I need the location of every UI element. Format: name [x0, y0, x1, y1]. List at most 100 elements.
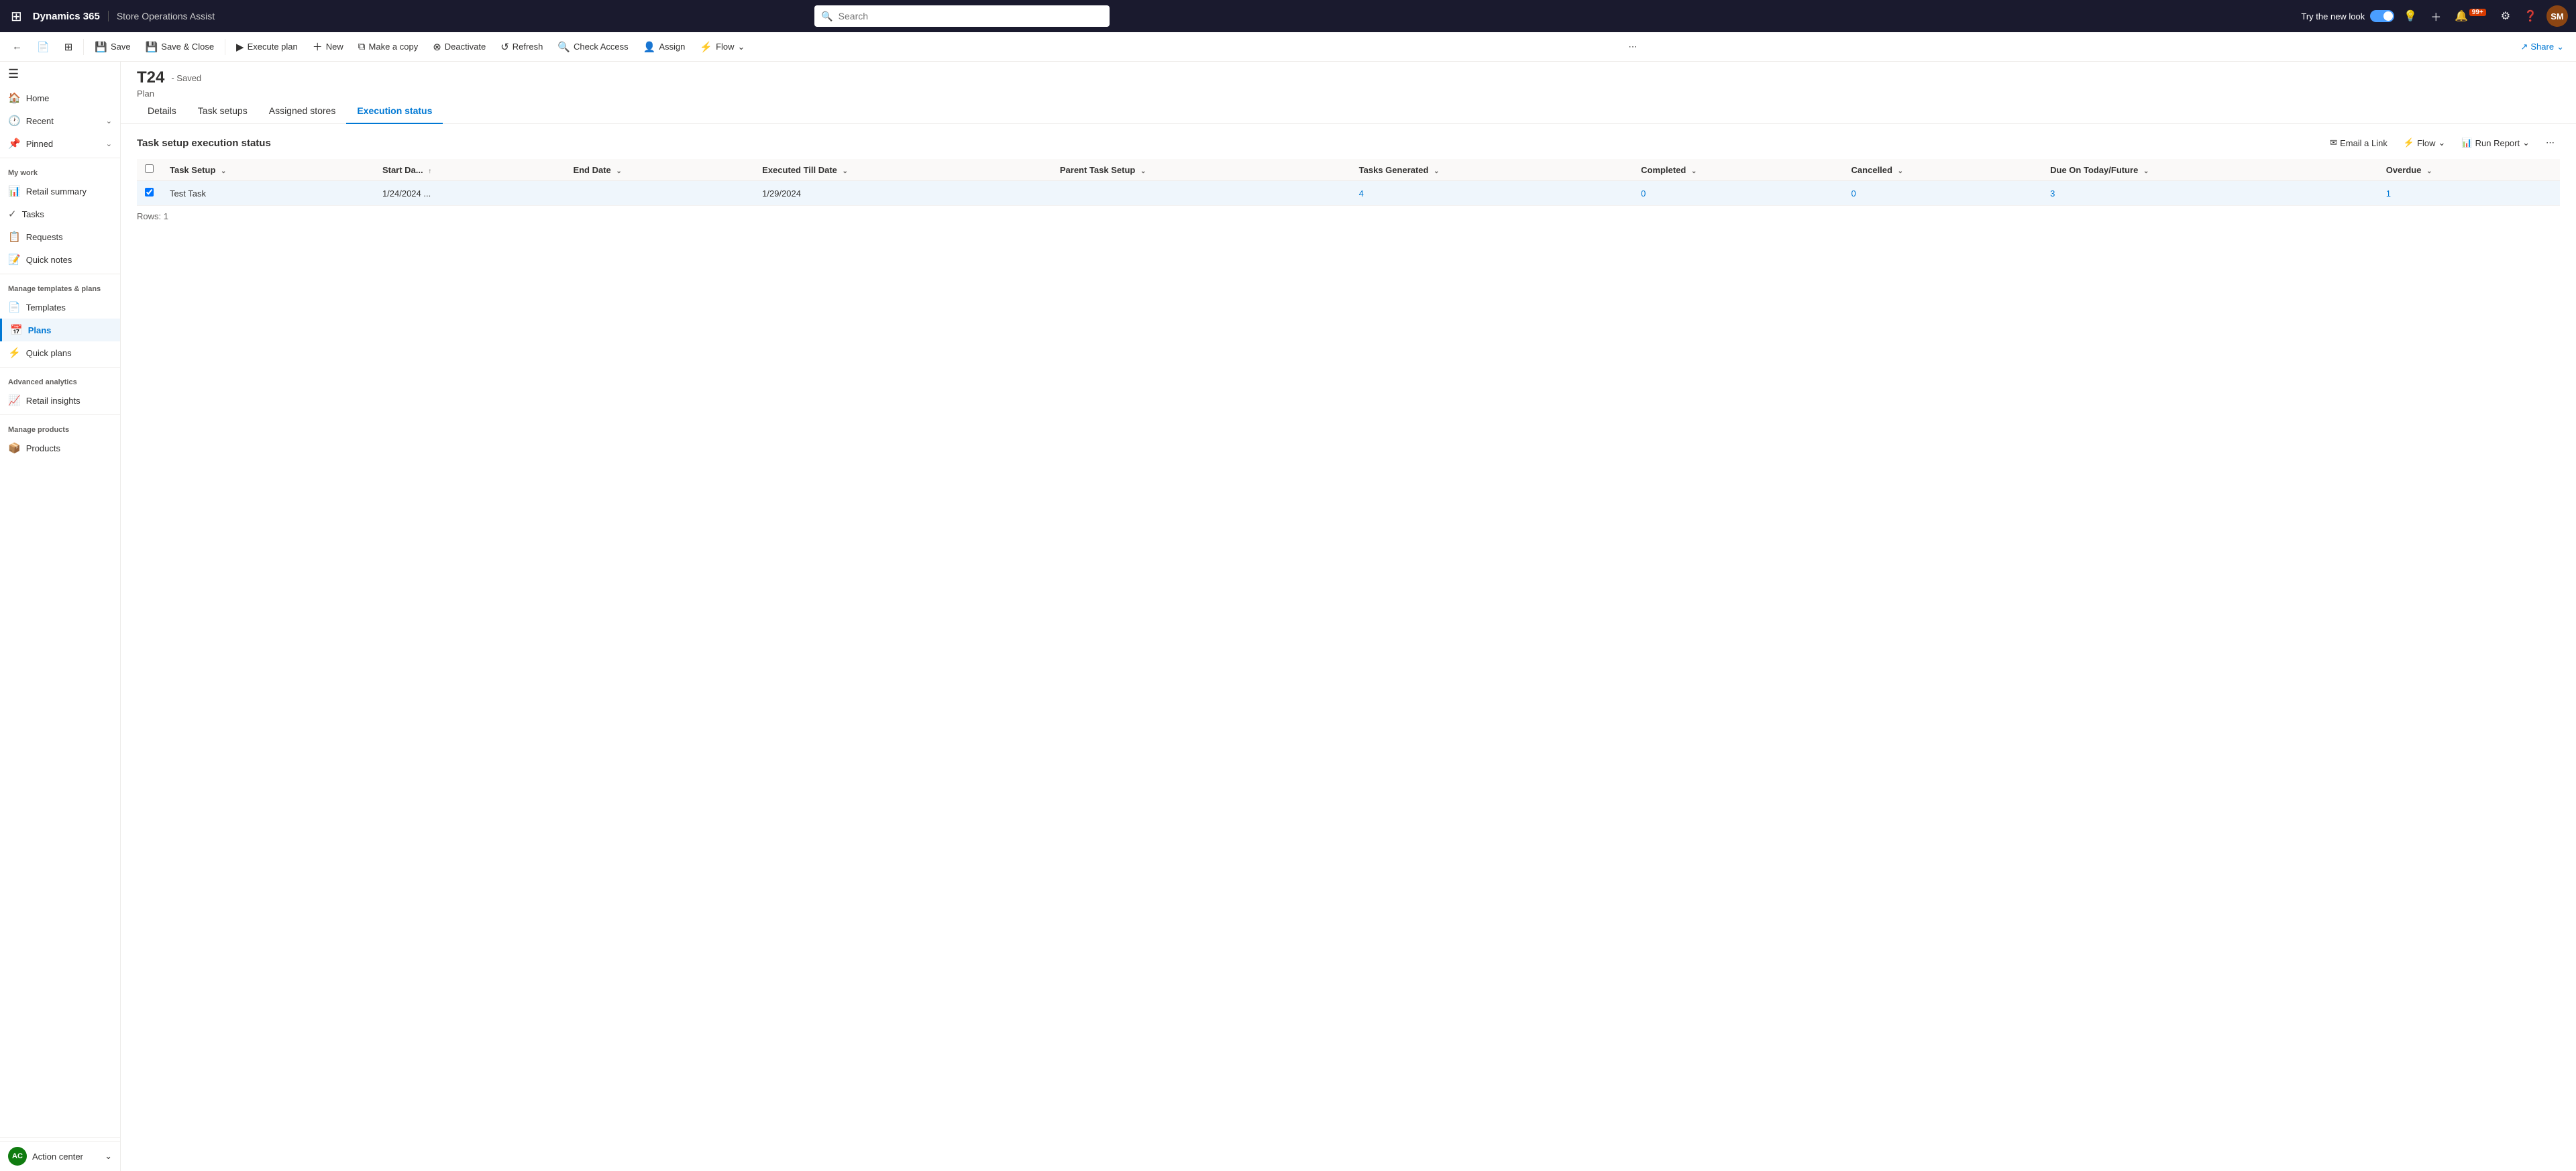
sidebar-item-label: Recent [26, 116, 54, 126]
select-all-col[interactable] [137, 159, 162, 181]
col-cancelled[interactable]: Cancelled ⌄ [1843, 159, 2043, 181]
chart-icon: 📊 [8, 185, 21, 197]
try-new-toggle[interactable] [2370, 10, 2394, 22]
tasks-generated-cell[interactable]: 4 [1351, 181, 1633, 206]
deactivate-label: Deactivate [445, 42, 486, 52]
tab-task-setups[interactable]: Task setups [187, 99, 258, 124]
execute-plan-button[interactable]: ▶ Execute plan [229, 35, 305, 59]
sidebar-item-quick-plans[interactable]: ⚡ Quick plans [0, 341, 120, 364]
sidebar-item-retail-insights[interactable]: 📈 Retail insights [0, 389, 120, 412]
sidebar-item-quick-notes[interactable]: 📝 Quick notes [0, 248, 120, 271]
table-flow-button[interactable]: ⚡ Flow ⌄ [2398, 135, 2451, 151]
manage-products-section-label: Manage products [0, 418, 120, 437]
sidebar-item-products[interactable]: 📦 Products [0, 437, 120, 459]
lightbulb-icon[interactable]: 💡 [2400, 7, 2421, 25]
share-icon: ↗ [2520, 42, 2528, 52]
col-due-today-future[interactable]: Due On Today/Future ⌄ [2042, 159, 2378, 181]
back-button[interactable]: ← [5, 35, 29, 59]
col-start-date[interactable]: Start Da... ↑ [374, 159, 566, 181]
table-row[interactable]: Test Task 1/24/2024 ... 1/29/2024 4 0 0 … [137, 181, 2560, 206]
sort-icon: ⌄ [2143, 168, 2149, 175]
col-executed-till-date[interactable]: Executed Till Date ⌄ [754, 159, 1052, 181]
email-icon: ✉ [2330, 137, 2337, 148]
check-access-button[interactable]: 🔍 Check Access [551, 35, 635, 59]
email-link-button[interactable]: ✉ Email a Link [2324, 135, 2393, 151]
sidebar-item-label: Quick notes [26, 255, 72, 265]
col-overdue[interactable]: Overdue ⌄ [2378, 159, 2560, 181]
col-completed[interactable]: Completed ⌄ [1633, 159, 1843, 181]
waffle-icon[interactable]: ⊞ [8, 5, 25, 27]
tasks-generated-link[interactable]: 4 [1359, 188, 1364, 199]
sidebar-item-label: Products [26, 443, 60, 453]
sidebar: ☰ 🏠 Home 🕐 Recent ⌄ 📌 Pinned ⌄ My work 📊… [0, 62, 121, 1171]
col-end-date[interactable]: End Date ⌄ [565, 159, 754, 181]
user-avatar[interactable]: SM [2546, 5, 2568, 27]
flow-label: Flow [716, 42, 734, 52]
col-parent-task-setup[interactable]: Parent Task Setup ⌄ [1052, 159, 1351, 181]
more-button[interactable]: ⋯ [1621, 35, 1644, 59]
search-bar[interactable]: 🔍 [814, 5, 1110, 27]
add-icon[interactable]: ＋ [2426, 5, 2445, 27]
cancelled-cell[interactable]: 0 [1843, 181, 2043, 206]
search-input[interactable] [839, 11, 1104, 21]
make-copy-button[interactable]: ⧉ Make a copy [352, 35, 425, 59]
record-title: T24 [137, 68, 164, 87]
recent-icon: 🕐 [8, 115, 21, 127]
new-button[interactable]: ＋ New [306, 35, 350, 59]
make-copy-label: Make a copy [369, 42, 419, 52]
save-label: Save [111, 42, 131, 52]
deactivate-button[interactable]: ⊗ Deactivate [426, 35, 492, 59]
settings-icon[interactable]: ⚙ [2497, 7, 2514, 25]
separator-1 [83, 39, 84, 55]
save-button[interactable]: 💾 Save [88, 35, 137, 59]
sidebar-toggle[interactable]: ☰ [0, 62, 120, 87]
completed-link[interactable]: 0 [1641, 188, 1646, 199]
manage-templates-section-label: Manage templates & plans [0, 277, 120, 296]
table-flow-label: Flow [2417, 138, 2435, 148]
tab-details[interactable]: Details [137, 99, 187, 124]
completed-cell[interactable]: 0 [1633, 181, 1843, 206]
grid-view-button[interactable]: ⊞ [58, 35, 80, 59]
sidebar-item-templates[interactable]: 📄 Templates [0, 296, 120, 319]
sidebar-item-home[interactable]: 🏠 Home [0, 87, 120, 109]
tasks-icon: ✓ [8, 208, 17, 220]
row-checkbox-cell[interactable] [137, 181, 162, 206]
flow-button[interactable]: ⚡ Flow ⌄ [693, 35, 751, 59]
sidebar-item-plans[interactable]: 📅 Plans [0, 319, 120, 341]
col-tasks-generated[interactable]: Tasks Generated ⌄ [1351, 159, 1633, 181]
sidebar-item-requests[interactable]: 📋 Requests [0, 225, 120, 248]
col-task-setup[interactable]: Task Setup ⌄ [162, 159, 374, 181]
sidebar-item-tasks[interactable]: ✓ Tasks [0, 203, 120, 225]
sidebar-item-retail-summary[interactable]: 📊 Retail summary [0, 180, 120, 203]
share-button[interactable]: ↗ Share ⌄ [2514, 39, 2571, 55]
row-checkbox[interactable] [145, 188, 154, 197]
run-report-button[interactable]: 📊 Run Report ⌄ [2456, 135, 2535, 151]
tab-execution-status[interactable]: Execution status [346, 99, 443, 124]
sort-icon: ⌄ [1691, 168, 1697, 175]
main-layout: ☰ 🏠 Home 🕐 Recent ⌄ 📌 Pinned ⌄ My work 📊… [0, 62, 2576, 1171]
record-view-button[interactable]: 📄 [30, 35, 56, 59]
action-center[interactable]: AC Action center ⌄ [0, 1141, 120, 1171]
due-today-future-link[interactable]: 3 [2050, 188, 2055, 199]
sidebar-item-pinned[interactable]: 📌 Pinned ⌄ [0, 132, 120, 155]
save-close-button[interactable]: 💾 Save & Close [139, 35, 221, 59]
tab-assigned-stores[interactable]: Assigned stores [258, 99, 347, 124]
sidebar-item-recent[interactable]: 🕐 Recent ⌄ [0, 109, 120, 132]
refresh-button[interactable]: ↺ Refresh [494, 35, 549, 59]
sort-icon: ⌄ [2426, 168, 2432, 175]
sidebar-item-label: Quick plans [26, 348, 72, 358]
overdue-link[interactable]: 1 [2386, 188, 2391, 199]
section-header: Task setup execution status ✉ Email a Li… [137, 135, 2560, 151]
assign-button[interactable]: 👤 Assign [637, 35, 692, 59]
grid-icon: ⊞ [64, 41, 73, 53]
sort-icon: ⌄ [1898, 168, 1903, 175]
overdue-cell[interactable]: 1 [2378, 181, 2560, 206]
search-icon: 🔍 [821, 11, 833, 22]
cancelled-link[interactable]: 0 [1851, 188, 1856, 199]
help-icon[interactable]: ❓ [2520, 7, 2541, 25]
save-close-label: Save & Close [161, 42, 214, 52]
home-icon: 🏠 [8, 92, 21, 104]
select-all-checkbox[interactable] [145, 164, 154, 173]
due-today-future-cell[interactable]: 3 [2042, 181, 2378, 206]
table-more-button[interactable]: ⋯ [2540, 135, 2560, 151]
